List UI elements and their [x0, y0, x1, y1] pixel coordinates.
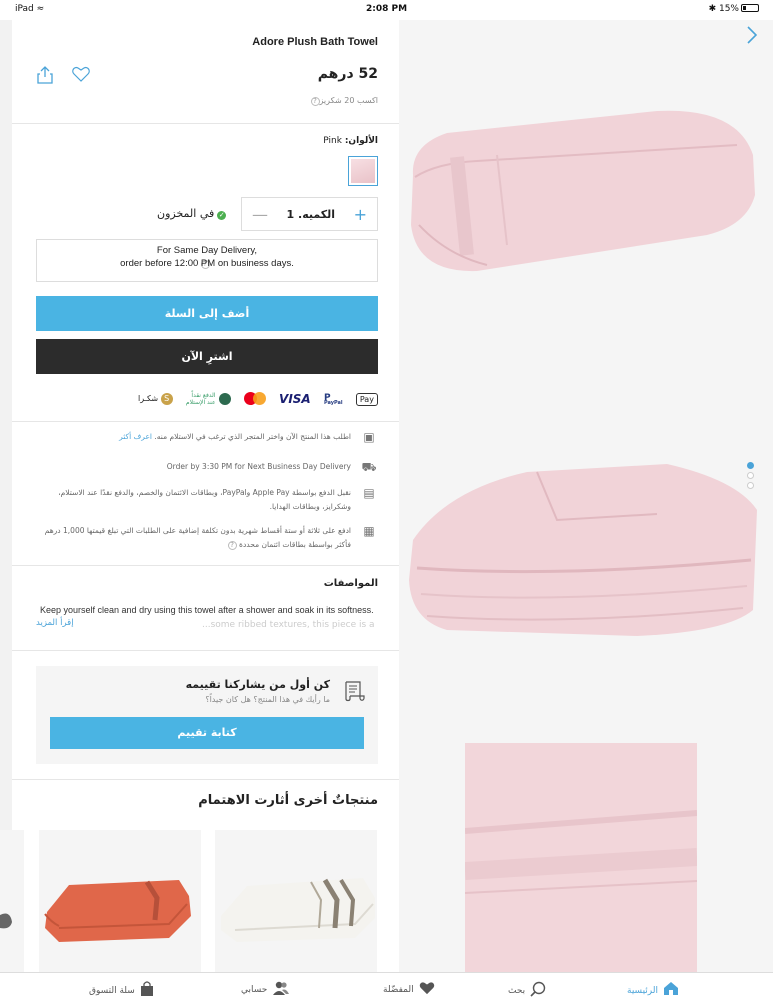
colors-label: الألوان: Pink	[323, 136, 378, 146]
product-card[interactable]	[215, 830, 377, 972]
product-card[interactable]	[39, 830, 201, 972]
nav-account[interactable]: حسابي	[241, 981, 290, 999]
product-card[interactable]	[0, 830, 24, 972]
nav-home[interactable]: الرئيسية	[627, 981, 679, 1000]
selected-color: Pink	[323, 136, 342, 146]
pagination-dot[interactable]	[747, 462, 754, 469]
product-image-folded	[407, 105, 757, 275]
product-details-panel: Adore Plush Bath Towel 52 درهم اكسب 20 ش…	[0, 20, 399, 972]
truck-icon: ⛟	[361, 460, 377, 474]
learn-more-link[interactable]: اعرف أكثر	[119, 432, 152, 441]
nav-search[interactable]: بحث	[508, 981, 546, 1001]
chevron-right-icon[interactable]	[747, 26, 758, 49]
installments-info: ▦ ادفع على ثلاثة أو ستة أقساط شهرية بدون…	[36, 524, 378, 552]
shukran-logo: شكـرا S	[138, 393, 173, 405]
calendar-icon: ▦	[363, 524, 375, 538]
heart-icon[interactable]	[72, 66, 90, 84]
apple-pay-logo: Pay	[355, 392, 378, 406]
battery-icon	[741, 4, 759, 12]
nav-cart[interactable]: سلة التسوق	[89, 981, 154, 1001]
store-pickup-info: ▣ اطلب هذا المنتج الآن واختر المتجر الذي…	[36, 430, 378, 446]
help-icon[interactable]: ?	[310, 97, 320, 106]
quantity-stepper: — الكميه. 1 +	[241, 197, 378, 231]
mastercard-logo	[243, 392, 266, 406]
color-swatch-pink[interactable]	[348, 156, 378, 186]
product-price: 52 درهم	[317, 66, 378, 82]
review-box: كن أول من يشاركنا تقييمه ما رأيك في هذا …	[36, 666, 378, 764]
divider	[12, 650, 399, 651]
wallet-icon: ▤	[363, 486, 375, 500]
payment-options-info: ▤ نقبل الدفع بواسطة Apple Pay وPayPal، و…	[36, 486, 378, 514]
divider	[12, 565, 399, 566]
payment-methods: شكـرا S الدفع نقداً عند الإستلام VISA P Pa…	[138, 388, 378, 410]
decrease-quantity-button[interactable]: —	[252, 205, 268, 224]
increase-quantity-button[interactable]: +	[354, 205, 367, 224]
read-more-link[interactable]: إقرأ المزيد	[36, 618, 74, 628]
bluetooth-icon: ✱	[708, 4, 717, 14]
delivery-notice: For Same Day Delivery, ? order before 12…	[36, 239, 378, 282]
specs-text: Keep yourself clean and dry using this t…	[40, 605, 374, 615]
help-icon[interactable]: ?	[227, 541, 237, 550]
product-image-stacked	[407, 460, 759, 640]
bag-icon	[140, 981, 154, 1001]
divider	[12, 421, 399, 422]
cod-logo: الدفع نقداً عند الإستلام	[186, 392, 231, 406]
battery-status: ✱ 15%	[709, 4, 759, 14]
gallery-pagination	[747, 462, 755, 492]
product-title: Adore Plush Bath Towel	[252, 36, 378, 48]
bottom-navigation: الرئيسية بحث المفضّلة حسابي سلة التسوق	[0, 972, 773, 1006]
review-subtitle: ما رأيك في هذا المنتج؟ هل كان جيداً؟	[205, 695, 330, 704]
store-icon: ▣	[363, 430, 375, 444]
home-icon	[663, 981, 679, 1000]
share-icon[interactable]	[36, 66, 54, 84]
pagination-dot[interactable]	[747, 482, 754, 489]
account-icon	[272, 981, 290, 999]
stock-status: ✓في المخزون	[157, 207, 227, 220]
nav-favorites[interactable]: المفضّلة	[383, 981, 435, 999]
write-review-button[interactable]: كتابة تقييم	[50, 717, 364, 749]
check-icon: ✓	[217, 211, 227, 220]
quantity-display: الكميه. 1	[286, 207, 336, 221]
buy-now-button[interactable]: اشترِ الآن	[36, 339, 378, 374]
status-time: 2:08 PM	[365, 4, 408, 14]
specs-title: المواصفات	[323, 578, 378, 589]
product-image-detail	[464, 743, 698, 972]
review-scroll-icon	[342, 679, 365, 703]
specs-text-faded: ...some ribbed textures, this piece is a	[202, 620, 375, 630]
search-icon	[530, 981, 546, 1001]
points-info: اكسب 20 شكريز?	[308, 96, 378, 106]
pagination-dot[interactable]	[747, 472, 754, 479]
related-products-title: منتجاتٌ أخرى أثارت الاهتمام	[198, 793, 378, 808]
visa-logo: VISA	[279, 392, 311, 406]
paypal-logo: P PayPal	[323, 392, 343, 406]
product-image-gallery[interactable]	[399, 20, 773, 972]
status-bar: iPad ≈ 2:08 PM ✱ 15%	[0, 0, 773, 20]
add-to-cart-button[interactable]: أضف إلى السلة	[36, 296, 378, 331]
divider	[12, 123, 399, 124]
next-day-info: ⛟ Order by 3:30 PM for Next Business Day…	[166, 460, 377, 474]
review-title: كن أول من يشاركنا تقييمه	[185, 678, 330, 691]
divider	[12, 779, 399, 780]
heart-icon	[419, 981, 435, 999]
